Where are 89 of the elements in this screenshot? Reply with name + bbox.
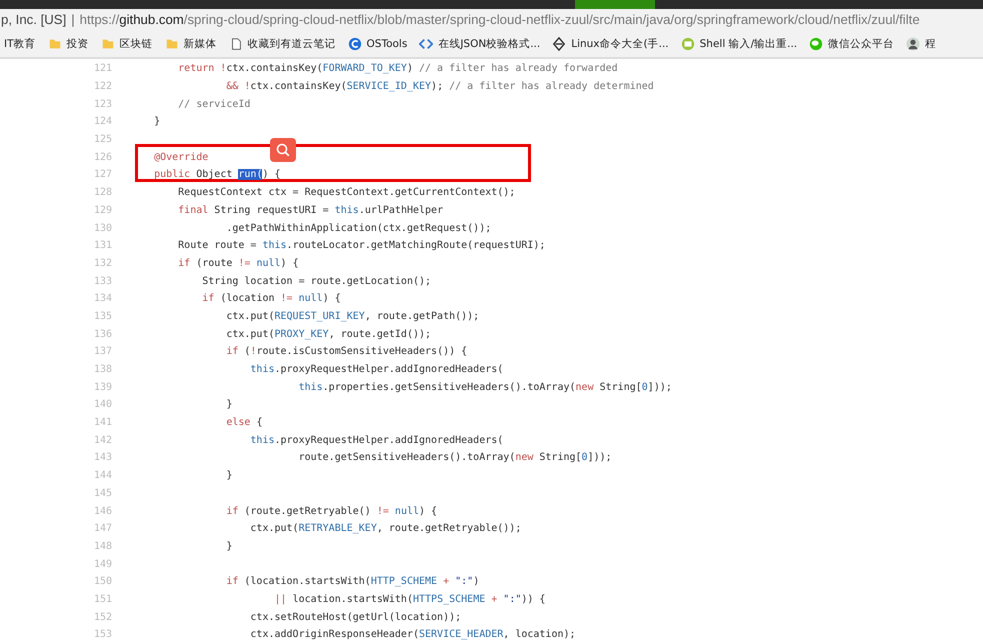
code-line: if (route != null) { bbox=[177, 258, 299, 269]
code-line: ctx.setRouteHost(getUrl(location)); bbox=[249, 612, 462, 623]
code-line: } bbox=[225, 470, 232, 482]
line-number: 122 bbox=[92, 81, 112, 92]
code-line: } bbox=[153, 116, 160, 128]
line-number: 126 bbox=[92, 152, 112, 163]
line-number: 124 bbox=[92, 116, 112, 128]
code-line: this.properties.getSensitiveHeaders().toArray(new String[0])); bbox=[298, 382, 672, 393]
search-button[interactable] bbox=[270, 138, 296, 162]
code-line: final String requestURI = this.urlPathHelper bbox=[177, 204, 444, 216]
line-number: 144 bbox=[92, 470, 112, 482]
code-line: RequestContext ctx = RequestContext.getCurrentContext(); bbox=[177, 187, 516, 198]
avatar-icon bbox=[906, 36, 920, 50]
code-line: route.getSensitiveHeaders().toArray(new String[0])); bbox=[298, 452, 612, 464]
code-line: this.proxyRequestHelper.addIgnoredHeaders( bbox=[249, 434, 504, 446]
line-number: 127 bbox=[92, 169, 112, 180]
line-number: 123 bbox=[92, 98, 112, 110]
line-number: 149 bbox=[92, 558, 112, 570]
code-line: if (!route.isCustomSensitiveHeaders()) { bbox=[225, 346, 468, 358]
line-number: 152 bbox=[92, 612, 112, 623]
diamond-icon bbox=[552, 36, 566, 50]
url-text: https://github.com/spring-cloud/spring-cloud-netflix/blob/master/spring-cloud-netflix-zuul/src/main/java/org/springframework/cloud/netflix/zuul/filte bbox=[80, 12, 920, 27]
separator: | bbox=[71, 12, 75, 27]
line-number: 129 bbox=[92, 204, 112, 216]
line-number: 125 bbox=[92, 134, 112, 146]
bookmark-link[interactable]: 程 bbox=[906, 36, 936, 50]
bookmark-link[interactable]: Linux命令大全(手... bbox=[552, 36, 669, 50]
line-number: 136 bbox=[92, 328, 112, 340]
circle-logo-icon bbox=[348, 36, 362, 50]
code-line: ctx.put(PROXY_KEY, route.getId()); bbox=[225, 328, 432, 340]
code-line: if (location != null) { bbox=[201, 293, 341, 304]
code-line: // serviceId bbox=[177, 98, 250, 110]
line-number: 137 bbox=[92, 346, 112, 358]
code-line: } bbox=[225, 540, 232, 552]
code-line: if (route.getRetryable() != null) { bbox=[225, 506, 438, 517]
bookmark-link[interactable]: OSTools bbox=[348, 36, 408, 50]
folder-icon bbox=[48, 36, 62, 50]
code-line: @Override bbox=[153, 152, 208, 163]
bookmark-link[interactable]: 收藏到有道云笔记 bbox=[228, 36, 336, 50]
line-number: 142 bbox=[92, 434, 112, 446]
bookmark-link[interactable]: 新媒体 bbox=[164, 36, 217, 50]
code-line: ctx.put(REQUEST_URI_KEY, route.getPath()); bbox=[225, 310, 480, 322]
folder-icon bbox=[164, 36, 179, 50]
code-line: ctx.addOriginResponseHeader(SERVICE_HEADER, location); bbox=[249, 629, 576, 640]
line-number: 153 bbox=[92, 629, 112, 640]
code-line: String location = route.getLocation(); bbox=[201, 276, 432, 287]
line-number: 121 bbox=[92, 63, 112, 74]
line-number: 145 bbox=[92, 488, 112, 499]
code-line: return !ctx.containsKey(FORWARD_TO_KEY) // a filter has already forwarded bbox=[177, 63, 618, 74]
bookmark-link[interactable]: 区块链 bbox=[100, 36, 153, 50]
line-number: 134 bbox=[92, 293, 112, 304]
line-number: 148 bbox=[92, 540, 112, 552]
bookmark-link[interactable]: 微信公众平台 bbox=[809, 36, 894, 50]
line-number: 128 bbox=[92, 187, 112, 198]
code-line: || location.startsWith(HTTPS_SCHEME + ":")) { bbox=[273, 594, 546, 605]
chat-icon bbox=[809, 36, 824, 50]
folder-icon bbox=[100, 36, 115, 50]
search-icon bbox=[275, 142, 291, 158]
code-line: else { bbox=[225, 417, 262, 428]
code-icon bbox=[419, 36, 434, 50]
code-line: } bbox=[225, 399, 232, 410]
line-number: 138 bbox=[92, 364, 112, 376]
line-number: 146 bbox=[92, 506, 112, 517]
line-number: 131 bbox=[92, 240, 112, 252]
bookmark-link[interactable]: Shell 输入/输出重... bbox=[680, 36, 798, 50]
bookmark-link[interactable]: IT教育 bbox=[4, 36, 36, 50]
line-number: 141 bbox=[92, 417, 112, 428]
bookmark-link[interactable]: 投资 bbox=[48, 36, 89, 50]
line-number: 130 bbox=[92, 222, 112, 234]
line-number: 135 bbox=[92, 310, 112, 322]
line-number: 133 bbox=[92, 276, 112, 287]
line-number: 150 bbox=[92, 576, 112, 588]
address-bar[interactable]: p, Inc. [US] | https://github.com/spring-cloud/spring-cloud-netflix/blob/master/spring-cloud-netflix-zuul/src/main/java/org/springframework/cloud/netflix/zuul/filte bbox=[0, 9, 983, 30]
code-line: this.proxyRequestHelper.addIgnoredHeaders( bbox=[249, 364, 504, 376]
terminal-icon bbox=[680, 36, 695, 50]
code-line: && !ctx.containsKey(SERVICE_ID_KEY); // a filter has already determined bbox=[225, 81, 654, 92]
line-number: 151 bbox=[92, 594, 112, 605]
code-line: public Object run() { bbox=[153, 169, 281, 180]
code-line: Route route = this.routeLocator.getMatchingRoute(requestURI); bbox=[177, 240, 546, 252]
line-number: 143 bbox=[92, 452, 112, 464]
code-line: ctx.put(RETRYABLE_KEY, route.getRetryable()); bbox=[249, 523, 522, 534]
line-number: 132 bbox=[92, 258, 112, 269]
bookmark-link[interactable]: 在线JSON校验格式... bbox=[419, 36, 540, 50]
site-identity: p, Inc. [US] bbox=[1, 12, 66, 27]
line-number: 147 bbox=[92, 523, 112, 534]
code-line: .getPathWithinApplication(ctx.getRequest()); bbox=[225, 222, 492, 234]
code-line: if (location.startsWith(HTTP_SCHEME + ":") bbox=[225, 576, 480, 588]
line-number: 139 bbox=[92, 382, 112, 393]
line-number: 140 bbox=[92, 399, 112, 410]
